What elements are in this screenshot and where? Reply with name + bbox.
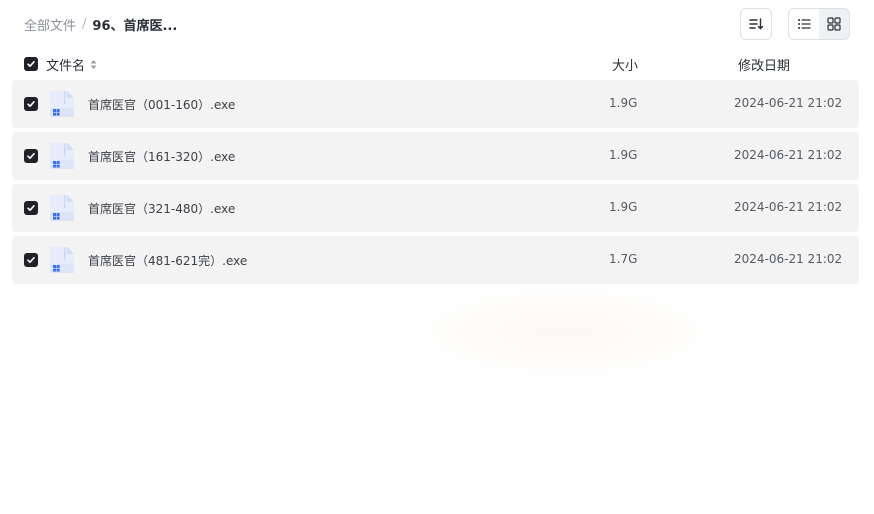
exe-file-icon [50,195,74,221]
grid-view-button[interactable] [819,9,849,39]
table-row[interactable]: 首席医官（161-320）.exe 1.9G 2024-06-21 21:02 [12,132,859,180]
table-row[interactable]: 首席医官（481-621完）.exe 1.7G 2024-06-21 21:02 [12,236,859,284]
file-size: 1.7G [609,252,638,266]
sort-lines-icon [749,18,764,30]
select-all-checkbox[interactable] [24,57,38,71]
file-modified-date: 2024-06-21 21:02 [734,96,843,110]
list-view-icon [798,19,811,29]
check-icon [27,101,35,107]
file-name[interactable]: 首席医官（481-621完）.exe [88,252,247,269]
file-modified-date: 2024-06-21 21:02 [734,148,843,162]
breadcrumb-separator: / [82,16,87,32]
table-row[interactable]: 首席医官（001-160）.exe 1.9G 2024-06-21 21:02 [12,80,859,128]
file-modified-date: 2024-06-21 21:02 [734,200,843,214]
file-name[interactable]: 首席医官（001-160）.exe [88,96,235,113]
check-icon [27,61,35,67]
breadcrumb-root-link[interactable]: 全部文件 [24,15,76,34]
file-size: 1.9G [609,148,638,162]
file-name[interactable]: 首席医官（161-320）.exe [88,148,235,165]
row-checkbox[interactable] [24,253,38,267]
table-row[interactable]: 首席医官（321-480）.exe 1.9G 2024-06-21 21:02 [12,184,859,232]
name-column-header[interactable]: 文件名 [46,55,97,74]
exe-file-icon [50,143,74,169]
check-icon [27,205,35,211]
name-column-label: 文件名 [46,59,86,74]
background-glow [400,282,730,382]
check-icon [27,257,35,263]
file-modified-date: 2024-06-21 21:02 [734,252,843,266]
row-checkbox[interactable] [24,201,38,215]
file-size: 1.9G [609,200,638,214]
file-browser: 全部文件 / 96、首席医... 文件名 大小 修改日期 首席医官（001-16… [0,0,874,514]
size-column-header[interactable]: 大小 [612,55,638,74]
check-icon [27,153,35,159]
grid-view-icon [827,17,841,31]
row-checkbox[interactable] [24,97,38,111]
sort-toggle-icon [90,59,97,70]
list-view-button[interactable] [789,9,819,39]
file-name[interactable]: 首席医官（321-480）.exe [88,200,235,217]
date-column-header[interactable]: 修改日期 [738,55,790,74]
sort-button[interactable] [740,8,772,40]
file-size: 1.9G [609,96,638,110]
breadcrumb-current-folder: 96、首席医... [92,18,178,34]
row-checkbox[interactable] [24,149,38,163]
view-toggle [788,8,850,40]
exe-file-icon [50,91,74,117]
exe-file-icon [50,247,74,273]
table-header: 文件名 大小 修改日期 [12,52,859,76]
breadcrumb: 全部文件 / 96、首席医... [24,14,177,34]
